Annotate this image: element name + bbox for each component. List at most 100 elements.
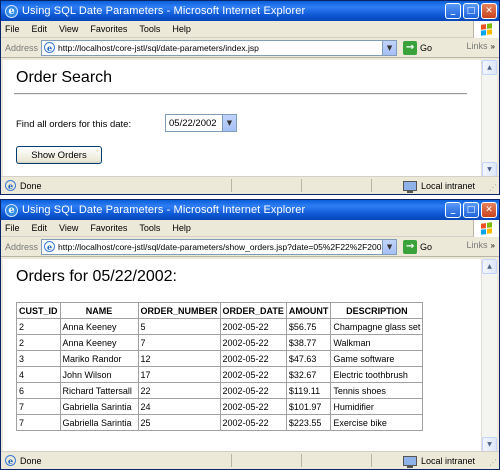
address-bar: Address e http://localhost/core-jstl/sql…	[1, 237, 499, 257]
status-divider	[301, 454, 302, 467]
zone-text: Local intranet	[420, 455, 475, 466]
page-done-icon: e	[5, 180, 16, 191]
table-cell: Anna Keeney	[59, 318, 139, 335]
maximize-button[interactable]: □	[463, 202, 479, 218]
date-prompt-label: Find all orders for this date:	[16, 119, 132, 130]
browser-window-order-search: e Using SQL Date Parameters - Microsoft …	[0, 0, 500, 195]
table-cell: Exercise bike	[330, 414, 424, 431]
address-bar: Address e http://localhost/core-jstl/sql…	[1, 38, 499, 58]
links-button[interactable]: Links»	[467, 41, 495, 51]
table-cell: 4	[16, 366, 61, 383]
resize-grip-icon[interactable]: ⋰	[489, 183, 497, 192]
menu-view[interactable]: View	[59, 24, 78, 34]
table-cell: Game software	[330, 350, 424, 367]
vertical-scrollbar[interactable]: ▲ ▼	[481, 259, 497, 452]
title-bar[interactable]: e Using SQL Date Parameters - Microsoft …	[1, 1, 499, 21]
status-divider	[231, 179, 232, 192]
minimize-button[interactable]: _	[445, 3, 461, 19]
menu-help[interactable]: Help	[172, 223, 191, 233]
show-orders-button[interactable]: Show Orders	[16, 146, 102, 164]
table-cell: Humidifier	[330, 398, 424, 415]
menu-tools[interactable]: Tools	[139, 223, 160, 233]
internet-explorer-icon: e	[5, 4, 18, 18]
orders-table: CUST_ID NAME ORDER_NUMBER ORDER_DATE AMO…	[16, 302, 424, 431]
chevron-right-icon: »	[490, 241, 495, 250]
menu-bar: File Edit View Favorites Tools Help	[1, 220, 499, 237]
table-row: 2 Anna Keeney 5 2002-05-22 $56.75 Champagne g…	[16, 318, 424, 335]
table-cell: Gabriella Sarintia	[59, 414, 139, 431]
date-select[interactable]: 05/22/2002 ▼	[165, 114, 237, 132]
status-divider	[371, 454, 372, 467]
page-content: Orders for 05/22/2002: CUST_ID NAME ORDE…	[3, 259, 481, 452]
scroll-down-icon[interactable]: ▼	[482, 437, 497, 452]
date-select-value: 05/22/2002	[169, 117, 217, 129]
menu-file[interactable]: File	[5, 24, 20, 34]
table-cell: $56.75	[285, 318, 332, 335]
computer-icon	[402, 180, 417, 193]
vertical-scrollbar[interactable]: ▲ ▼	[481, 60, 497, 177]
column-header: DESCRIPTION	[330, 302, 424, 319]
table-cell: 22	[137, 382, 221, 399]
table-cell: Anna Keeney	[59, 334, 139, 351]
table-cell: 17	[137, 366, 221, 383]
window-controls: _ □ ✕	[445, 3, 497, 19]
go-button[interactable]: → Go	[403, 239, 432, 254]
table-row: 3 Mariko Randor 12 2002-05-22 $47.63 Game sof…	[16, 350, 424, 367]
address-dropdown-icon[interactable]: ▼	[382, 239, 397, 254]
chevron-down-icon[interactable]: ▼	[222, 115, 236, 131]
horizontal-rule	[14, 93, 467, 95]
minimize-button[interactable]: _	[445, 202, 461, 218]
browser-window-orders: e Using SQL Date Parameters - Microsoft …	[0, 199, 500, 470]
links-label: Links	[466, 240, 488, 250]
menu-edit[interactable]: Edit	[32, 24, 48, 34]
table-cell: 2002-05-22	[219, 366, 287, 383]
scroll-down-icon[interactable]: ▼	[482, 162, 497, 177]
menu-favorites[interactable]: Favorites	[90, 24, 127, 34]
windows-logo-icon	[473, 220, 499, 237]
table-row: 4 John Wilson 17 2002-05-22 $32.67 Electric t…	[16, 366, 424, 383]
windows-logo-icon	[473, 21, 499, 38]
table-cell: 2002-05-22	[219, 414, 287, 431]
scroll-up-icon[interactable]: ▲	[482, 60, 497, 75]
page-icon: e	[44, 241, 56, 252]
chevron-right-icon: »	[490, 42, 495, 51]
table-cell: 2002-05-22	[219, 382, 287, 399]
menu-help[interactable]: Help	[172, 24, 191, 34]
status-bar: e Done Local intranet ⋰	[1, 176, 499, 194]
title-bar[interactable]: e Using SQL Date Parameters - Microsoft …	[1, 200, 499, 220]
page-title: Order Search	[16, 69, 113, 86]
address-input[interactable]: e http://localhost/core-jstl/sql/date-pa…	[41, 238, 398, 255]
table-cell: 7	[16, 414, 61, 431]
close-button[interactable]: ✕	[481, 3, 497, 19]
address-dropdown-icon[interactable]: ▼	[382, 40, 397, 55]
links-label: Links	[466, 41, 488, 51]
status-bar: e Done Local intranet ⋰	[1, 451, 499, 469]
menu-favorites[interactable]: Favorites	[90, 223, 127, 233]
window-title: Using SQL Date Parameters - Microsoft In…	[22, 5, 306, 17]
page-title: Orders for 05/22/2002:	[16, 268, 177, 285]
links-button[interactable]: Links»	[467, 240, 495, 250]
table-cell: 2	[16, 318, 61, 335]
table-cell: 2	[16, 334, 61, 351]
address-label: Address	[5, 241, 39, 252]
status-text: Done	[20, 180, 42, 191]
close-button[interactable]: ✕	[481, 202, 497, 218]
menu-edit[interactable]: Edit	[32, 223, 48, 233]
table-cell: 6	[16, 382, 61, 399]
zone-text: Local intranet	[420, 180, 475, 191]
status-divider	[231, 454, 232, 467]
page-content: Order Search Find all orders for this da…	[3, 60, 481, 177]
menu-tools[interactable]: Tools	[139, 24, 160, 34]
address-label: Address	[5, 42, 39, 53]
scroll-up-icon[interactable]: ▲	[482, 259, 497, 274]
go-arrow-icon: →	[403, 239, 418, 254]
maximize-button[interactable]: □	[463, 3, 479, 19]
menu-file[interactable]: File	[5, 223, 20, 233]
table-cell: 25	[137, 414, 221, 431]
go-button[interactable]: → Go	[403, 40, 433, 55]
address-input[interactable]: e http://localhost/core-jstl/sql/date-pa…	[41, 39, 398, 56]
resize-grip-icon[interactable]: ⋰	[489, 458, 497, 467]
table-cell: $119.11	[285, 382, 332, 399]
menu-view[interactable]: View	[59, 223, 78, 233]
go-label: Go	[420, 42, 433, 53]
